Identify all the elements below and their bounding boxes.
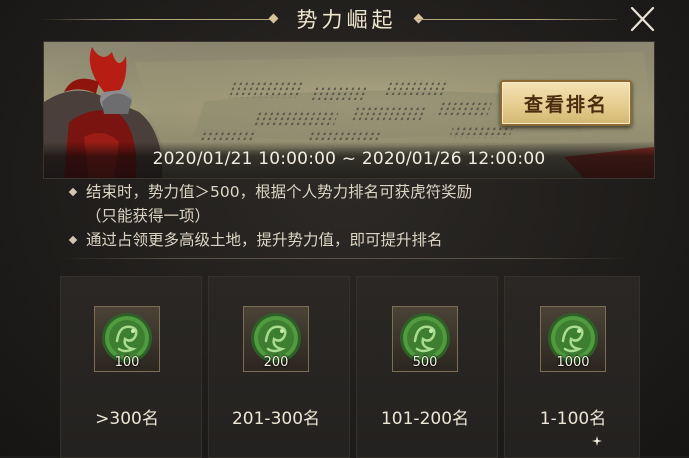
close-x-icon — [630, 6, 655, 32]
event-banner: 2020/01/21 10:00:00 ~ 2020/01/26 12:00:0… — [43, 41, 655, 179]
rule-text: 结束时，势力值＞500，根据个人势力排名可获虎符奖励 — [86, 183, 473, 201]
reward-tier-3-token[interactable]: 500 — [392, 306, 458, 372]
reward-tier-1-token[interactable]: 100 — [94, 306, 160, 372]
rule-item: 结束时，势力值＞500，根据个人势力排名可获虎符奖励 — [68, 180, 652, 204]
sparkle-icon — [592, 436, 602, 446]
reward-amount: 1000 — [556, 355, 590, 370]
reward-rank-label: >300名 — [95, 409, 159, 429]
dialog-header: 势力崛起 — [0, 0, 689, 40]
rule-item-continued: （只能获得一项） — [72, 204, 652, 228]
section-divider — [60, 258, 630, 259]
event-rules: 结束时，势力值＞500，根据个人势力排名可获虎符奖励 （只能获得一项） 通过占领… — [68, 180, 652, 252]
view-ranking-button[interactable]: 查看排名 — [500, 80, 632, 126]
reward-rank-label: 201-300名 — [231, 409, 321, 429]
event-date-range: 2020/01/21 10:00:00 ~ 2020/01/26 12:00:0… — [152, 149, 546, 169]
rule-text: （只能获得一项） — [86, 207, 211, 225]
reward-amount: 100 — [114, 355, 140, 370]
rule-item: 通过占领更多高级土地，提升势力值，即可提升排名 — [68, 228, 652, 252]
reward-tier-2-token[interactable]: 200 — [243, 306, 309, 372]
reward-rank-label: 1-100名 — [539, 409, 607, 429]
reward-amount: 500 — [412, 355, 438, 370]
close-button[interactable] — [625, 4, 659, 34]
rule-text: 通过占领更多高级土地，提升势力值，即可提升排名 — [86, 231, 443, 249]
reward-amount: 200 — [263, 355, 289, 370]
title-divider-left — [40, 19, 276, 20]
reward-tier-4-token[interactable]: 1000 — [540, 306, 606, 372]
dialog-title: 势力崛起 — [296, 8, 397, 32]
reward-rank-label: 101-200名 — [380, 409, 470, 429]
title-divider-right — [417, 19, 617, 20]
